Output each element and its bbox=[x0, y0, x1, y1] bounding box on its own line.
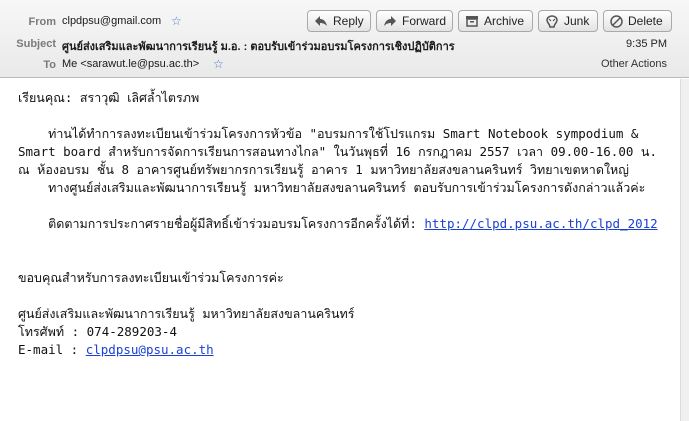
message-body: เรียนคุณ: สราวุฒิ เลิศล้ำไตรภพ ท่านได้ทำ… bbox=[0, 79, 680, 421]
reply-icon bbox=[315, 16, 327, 26]
signature-email-line: E-mail : clpdpsu@psu.ac.th bbox=[18, 341, 673, 359]
paragraph-follow-up: ติดตามการประกาศรายชื่อผู้มีสิทธิ์เข้าร่ว… bbox=[18, 215, 673, 233]
clpd-website-link[interactable]: http://clpd.psu.ac.th/clpd_2012 bbox=[424, 216, 657, 231]
junk-button[interactable]: Junk bbox=[538, 10, 598, 32]
delete-label: Delete bbox=[628, 14, 663, 28]
message-header: From clpdpsu@gmail.com ☆ Subject ศูนย์ส่… bbox=[0, 0, 689, 78]
signature-phone: โทรศัพท์ : 074-289203-4 bbox=[18, 324, 177, 339]
from-label: From bbox=[28, 16, 57, 28]
signature-organization: ศูนย์ส่งเสริมและพัฒนาการเรียนรู้ มหาวิทย… bbox=[18, 306, 355, 321]
follow-up-text: ติดตามการประกาศรายชื่อผู้มีสิทธิ์เข้าร่ว… bbox=[18, 216, 425, 231]
message-text: เรียนคุณ: สราวุฒิ เลิศล้ำไตรภพ ท่านได้ทำ… bbox=[18, 89, 673, 359]
reply-button[interactable]: Reply bbox=[307, 10, 371, 32]
archive-label: Archive bbox=[484, 14, 525, 28]
to-label: To bbox=[43, 59, 56, 71]
thanks-line: ขอบคุณสำหรับการลงทะเบียนเข้าร่วมโครงการค… bbox=[18, 270, 284, 285]
forward-label: Forward bbox=[402, 14, 447, 28]
star-icon[interactable]: ☆ bbox=[171, 15, 182, 27]
paragraph-confirmation: ทางศูนย์ส่งเสริมและพัฒนาการเรียนรู้ มหาว… bbox=[18, 180, 646, 195]
archive-button[interactable]: Archive bbox=[458, 10, 533, 32]
delete-icon bbox=[610, 14, 623, 28]
other-actions-menu[interactable]: Other Actions bbox=[601, 58, 667, 70]
subject-label: Subject bbox=[16, 38, 56, 50]
junk-label: Junk bbox=[564, 14, 590, 28]
signature-email-link[interactable]: clpdpsu@psu.ac.th bbox=[86, 342, 214, 357]
star-icon[interactable]: ☆ bbox=[213, 58, 224, 70]
reply-label: Reply bbox=[333, 14, 364, 28]
subject-text: ศูนย์ส่งเสริมและพัฒนาการเรียนรู้ ม.อ. : … bbox=[62, 41, 455, 53]
delete-button[interactable]: Delete bbox=[603, 10, 672, 32]
archive-icon bbox=[466, 16, 478, 27]
to-address[interactable]: Me <sarawut.le@psu.ac.th> bbox=[62, 58, 199, 70]
junk-icon bbox=[546, 14, 558, 28]
greeting: เรียนคุณ: สราวุฒิ เลิศล้ำไตรภพ bbox=[18, 90, 200, 105]
from-address[interactable]: clpdpsu@gmail.com bbox=[62, 15, 161, 27]
forward-button[interactable]: Forward bbox=[376, 10, 453, 32]
paragraph-registration: ท่านได้ทำการลงทะเบียนเข้าร่วมโครงการหัวข… bbox=[18, 126, 665, 177]
vertical-scrollbar[interactable] bbox=[680, 79, 689, 421]
forward-icon bbox=[384, 16, 396, 26]
signature-email-label: E-mail : bbox=[18, 342, 86, 357]
message-time: 9:35 PM bbox=[626, 38, 667, 50]
